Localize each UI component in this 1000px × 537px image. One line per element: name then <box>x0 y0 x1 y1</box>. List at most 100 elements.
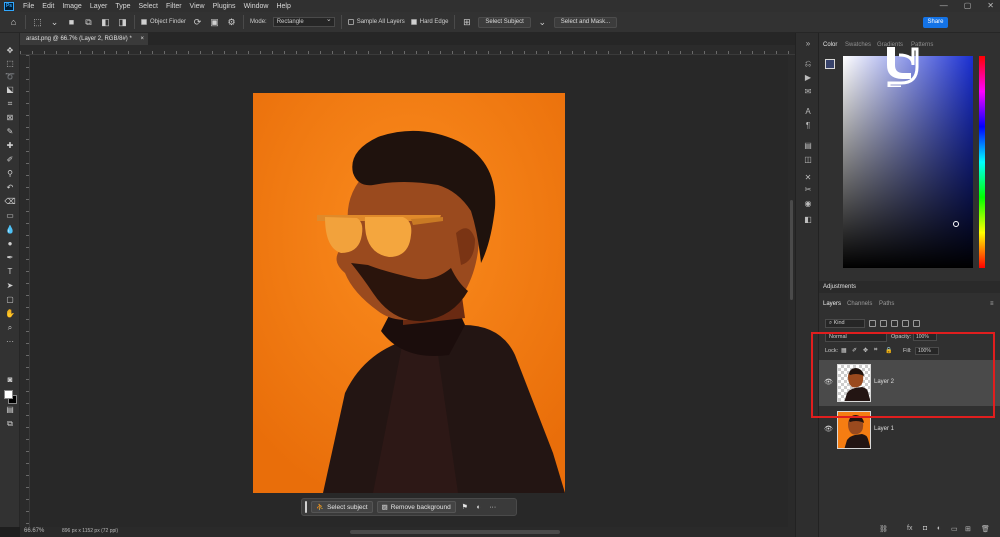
paragraph-icon[interactable]: ¶ <box>802 121 814 131</box>
tools-icon[interactable]: ✂ <box>802 185 814 195</box>
task-bar-drag-handle[interactable] <box>305 501 307 513</box>
gradient-tool-icon[interactable]: ▭ <box>4 211 16 221</box>
layer-style-icon[interactable]: fx <box>907 525 912 532</box>
add-selection-icon[interactable]: ⧉ <box>83 17 94 28</box>
share-button[interactable]: Share <box>923 17 948 28</box>
new-group-icon[interactable]: ▭ <box>951 525 958 533</box>
document-tab[interactable]: arast.png @ 66.7% (Layer 2, RGB/8#) * × <box>20 33 148 45</box>
menu-file[interactable]: File <box>19 3 38 10</box>
object-finder-checkbox[interactable]: Object Finder <box>141 19 186 25</box>
move-tool-icon[interactable]: ✥ <box>4 46 16 56</box>
foreground-color-chip[interactable] <box>825 59 835 69</box>
object-selection-tool-icon[interactable]: ⬕ <box>4 85 16 95</box>
chevron-down-icon[interactable]: ⌄ <box>49 17 60 28</box>
menu-type[interactable]: Type <box>111 3 134 10</box>
quick-mask-icon[interactable]: ◙ <box>4 375 16 385</box>
menu-plugins[interactable]: Plugins <box>209 3 240 10</box>
smart-object-filter-icon[interactable] <box>913 319 920 327</box>
blur-tool-icon[interactable]: 💧 <box>4 225 16 235</box>
clone-stamp-icon[interactable]: ⚲ <box>4 169 16 179</box>
new-selection-icon[interactable]: ■ <box>66 17 77 28</box>
rectangle-tool-icon[interactable]: ▢ <box>4 295 16 305</box>
menu-window[interactable]: Window <box>240 3 273 10</box>
actions-play-icon[interactable]: ▶ <box>802 73 814 83</box>
adjustment-filter-icon[interactable] <box>880 319 887 327</box>
menu-view[interactable]: View <box>186 3 209 10</box>
hard-edge-checkbox[interactable]: Hard Edge <box>410 19 448 25</box>
brush-settings-icon[interactable]: ✕ <box>802 173 814 183</box>
horizontal-scrollbar-thumb[interactable] <box>350 530 560 534</box>
mask-icon[interactable]: ◐ <box>474 504 484 511</box>
delete-layer-icon[interactable]: 🗑 <box>981 525 990 533</box>
panel-menu-icon[interactable]: ≡ <box>990 301 994 307</box>
type-tool-icon[interactable]: T <box>4 267 16 277</box>
shape-filter-icon[interactable] <box>902 319 909 327</box>
more-options-button[interactable]: ··· <box>488 504 498 511</box>
select-subject-button[interactable]: Select Subject <box>478 16 531 28</box>
dodge-tool-icon[interactable]: ● <box>4 239 16 249</box>
lasso-tool-icon[interactable]: ➰ <box>4 72 16 82</box>
more-tools-icon[interactable]: ··· <box>4 337 16 347</box>
remove-background-button[interactable]: ▨ Remove background <box>376 501 456 513</box>
new-layer-icon[interactable]: ⊞ <box>965 525 971 533</box>
color-picker-field[interactable] <box>843 56 973 268</box>
layer-comps-icon[interactable]: ◧ <box>802 215 814 225</box>
history-brush-icon[interactable]: ↶ <box>4 183 16 193</box>
select-subject-task-button[interactable]: ⛹ Select subject <box>311 501 373 513</box>
vertical-scrollbar[interactable] <box>788 55 795 527</box>
tab-layers[interactable]: Layers <box>823 301 841 307</box>
character-icon[interactable]: A <box>802 107 814 117</box>
type-filter-icon[interactable] <box>891 319 898 327</box>
history-icon[interactable]: ⎌ <box>802 59 814 69</box>
select-subject-icon[interactable]: ⊞ <box>461 17 472 28</box>
ra-plugin-icon[interactable]: ◉ <box>802 199 814 209</box>
home-icon[interactable]: ⌂ <box>8 17 19 28</box>
artboard-icon[interactable]: ⧉ <box>4 419 16 429</box>
menu-layer[interactable]: Layer <box>86 3 112 10</box>
minimize-button[interactable]: — <box>940 0 948 12</box>
collapse-panels-icon[interactable]: » <box>802 39 814 49</box>
marquee-tool-icon[interactable]: ⬚ <box>4 59 16 69</box>
gear-icon[interactable]: ⚙ <box>226 17 237 28</box>
intersect-selection-icon[interactable]: ◨ <box>117 17 128 28</box>
pen-tool-icon[interactable]: ✒ <box>4 253 16 263</box>
foreground-color-swatch[interactable] <box>4 390 13 399</box>
pin-icon[interactable]: ⚑ <box>460 503 470 511</box>
tab-close-icon[interactable]: × <box>140 33 144 45</box>
crop-tool-icon[interactable]: ⌗ <box>4 99 16 109</box>
path-selection-icon[interactable]: ➤ <box>4 281 16 291</box>
tab-color[interactable]: Color <box>823 42 837 48</box>
pixel-filter-icon[interactable] <box>869 319 876 327</box>
libraries-icon[interactable]: ▤ <box>802 141 814 151</box>
link-layers-icon[interactable]: ⛓ <box>879 525 888 533</box>
object-selection-tool-icon[interactable]: ⬚ <box>32 17 43 28</box>
menu-filter[interactable]: Filter <box>162 3 186 10</box>
eraser-tool-icon[interactable]: ⌫ <box>4 197 16 207</box>
properties-icon[interactable]: ◫ <box>802 155 814 165</box>
chevron-down-icon[interactable]: ⌄ <box>537 17 548 28</box>
show-objects-icon[interactable]: ▣ <box>209 17 220 28</box>
menu-edit[interactable]: Edit <box>38 3 58 10</box>
screen-mode-icon[interactable]: ▤ <box>4 405 16 415</box>
frame-tool-icon[interactable]: ⊠ <box>4 113 16 123</box>
kind-filter-select[interactable]: ⌕ Kind <box>825 318 865 328</box>
tab-channels[interactable]: Channels <box>847 301 872 307</box>
tab-paths[interactable]: Paths <box>879 301 894 307</box>
select-and-mask-button[interactable]: Select and Mask... <box>553 16 618 28</box>
mode-select[interactable]: Rectangle <box>272 16 335 27</box>
eyedropper-tool-icon[interactable]: ✎ <box>4 127 16 137</box>
layer-name[interactable]: Layer 1 <box>874 426 894 432</box>
menu-image[interactable]: Image <box>58 3 85 10</box>
menu-select[interactable]: Select <box>135 3 162 10</box>
hand-tool-icon[interactable]: ✋ <box>4 309 16 319</box>
subtract-selection-icon[interactable]: ◧ <box>100 17 111 28</box>
close-button[interactable]: ✕ <box>987 0 994 12</box>
photo-canvas[interactable] <box>253 93 565 493</box>
tab-swatches[interactable]: Swatches <box>845 42 871 48</box>
adjustment-layer-icon[interactable]: ◐ <box>937 525 941 532</box>
color-picker-ring[interactable] <box>953 221 959 227</box>
visibility-eye-icon[interactable]: 👁 <box>824 425 833 433</box>
adjustments-header[interactable]: Adjustments <box>819 281 1000 293</box>
scrollbar-thumb[interactable] <box>790 200 793 300</box>
healing-brush-icon[interactable]: ✚ <box>4 141 16 151</box>
